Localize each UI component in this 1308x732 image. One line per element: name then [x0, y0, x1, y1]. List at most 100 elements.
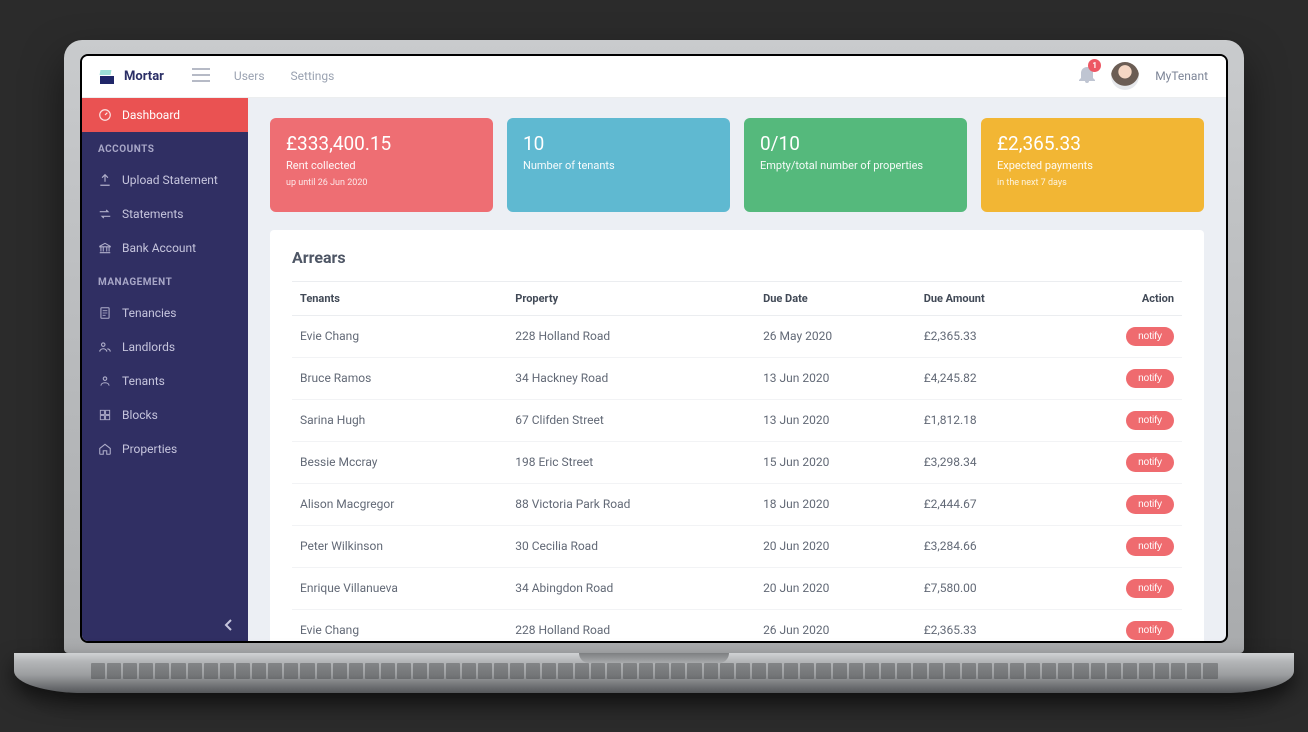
card-value: £2,365.33 — [997, 132, 1188, 155]
sidebar-item-tenancies[interactable]: Tenancies — [82, 296, 248, 330]
transfer-icon — [98, 207, 112, 221]
topbar: Mortar Users Settings 1 — [82, 56, 1226, 98]
card-expected-payments[interactable]: £2,365.33 Expected payments in the next … — [981, 118, 1204, 212]
sidebar-collapse-button[interactable] — [82, 609, 248, 641]
sidebar-item-label: Upload Statement — [122, 173, 218, 187]
table-row: Evie Chang228 Holland Road26 Jun 2020£2,… — [292, 609, 1182, 641]
bank-icon — [98, 241, 112, 255]
card-label: Rent collected — [286, 159, 477, 172]
table-row: Peter Wilkinson30 Cecilia Road20 Jun 202… — [292, 525, 1182, 567]
card-note: in the next 7 days — [997, 178, 1188, 188]
cell-due-date: 26 Jun 2020 — [755, 609, 916, 641]
table-row: Bruce Ramos34 Hackney Road13 Jun 2020£4,… — [292, 357, 1182, 399]
notify-button[interactable]: notify — [1126, 327, 1174, 346]
notify-button[interactable]: notify — [1126, 495, 1174, 514]
users-icon — [98, 340, 112, 354]
cell-due-date: 13 Jun 2020 — [755, 399, 916, 441]
table-row: Evie Chang228 Holland Road26 May 2020£2,… — [292, 315, 1182, 357]
cell-due-date: 15 Jun 2020 — [755, 441, 916, 483]
grid-icon — [98, 408, 112, 422]
document-icon — [98, 306, 112, 320]
cell-due-amount: £3,284.66 — [916, 525, 1062, 567]
cell-tenant: Enrique Villanueva — [292, 567, 507, 609]
dashboard-icon — [98, 108, 112, 122]
cell-due-date: 18 Jun 2020 — [755, 483, 916, 525]
cell-tenant: Sarina Hugh — [292, 399, 507, 441]
sidebar-item-statements[interactable]: Statements — [82, 197, 248, 231]
cell-due-amount: £2,365.33 — [916, 609, 1062, 641]
sidebar: Dashboard ACCOUNTS Upload Statement Stat… — [82, 98, 248, 641]
arrears-panel: Arrears Tenants Property Due Date Due Am… — [270, 230, 1204, 641]
cell-due-amount: £7,580.00 — [916, 567, 1062, 609]
cell-due-amount: £2,444.67 — [916, 483, 1062, 525]
sidebar-item-landlords[interactable]: Landlords — [82, 330, 248, 364]
card-empty-properties[interactable]: 0/10 Empty/total number of properties — [744, 118, 967, 212]
cell-due-date: 20 Jun 2020 — [755, 525, 916, 567]
cell-property: 34 Abingdon Road — [507, 567, 755, 609]
card-label: Expected payments — [997, 159, 1188, 172]
card-note: up until 26 Jun 2020 — [286, 178, 477, 188]
card-tenant-count[interactable]: 10 Number of tenants — [507, 118, 730, 212]
chevron-left-icon — [224, 619, 232, 631]
col-tenants[interactable]: Tenants — [292, 281, 507, 315]
sidebar-item-upload-statement[interactable]: Upload Statement — [82, 163, 248, 197]
current-user-name: MyTenant — [1155, 69, 1208, 83]
cell-tenant: Bessie Mccray — [292, 441, 507, 483]
table-row: Sarina Hugh67 Clifden Street13 Jun 2020£… — [292, 399, 1182, 441]
summary-cards: £333,400.15 Rent collected up until 26 J… — [270, 118, 1204, 212]
brand-mark-icon — [100, 68, 118, 84]
cell-due-date: 26 May 2020 — [755, 315, 916, 357]
sidebar-item-label: Blocks — [122, 408, 158, 422]
sidebar-item-label: Properties — [122, 442, 177, 456]
home-icon — [98, 442, 112, 456]
nav-users[interactable]: Users — [234, 69, 265, 83]
card-label: Number of tenants — [523, 159, 714, 172]
table-row: Bessie Mccray198 Eric Street15 Jun 2020£… — [292, 441, 1182, 483]
sidebar-item-label: Statements — [122, 207, 184, 221]
table-row: Alison Macgregor88 Victoria Park Road18 … — [292, 483, 1182, 525]
notify-button[interactable]: notify — [1126, 621, 1174, 640]
sidebar-item-properties[interactable]: Properties — [82, 432, 248, 466]
sidebar-item-tenants[interactable]: Tenants — [82, 364, 248, 398]
notifications-count: 1 — [1088, 59, 1101, 72]
notify-button[interactable]: notify — [1126, 369, 1174, 388]
notify-button[interactable]: notify — [1126, 411, 1174, 430]
table-row: Enrique Villanueva34 Abingdon Road20 Jun… — [292, 567, 1182, 609]
notifications-button[interactable]: 1 — [1079, 65, 1095, 87]
avatar[interactable] — [1111, 62, 1139, 90]
main-content: £333,400.15 Rent collected up until 26 J… — [248, 98, 1226, 641]
col-due-date[interactable]: Due Date — [755, 281, 916, 315]
sidebar-item-blocks[interactable]: Blocks — [82, 398, 248, 432]
cell-property: 34 Hackney Road — [507, 357, 755, 399]
cell-tenant: Peter Wilkinson — [292, 525, 507, 567]
cell-tenant: Bruce Ramos — [292, 357, 507, 399]
notify-button[interactable]: notify — [1126, 537, 1174, 556]
arrears-table: Tenants Property Due Date Due Amount Act… — [292, 281, 1182, 641]
upload-icon — [98, 173, 112, 187]
cell-tenant: Evie Chang — [292, 609, 507, 641]
panel-title: Arrears — [292, 248, 1182, 267]
cell-due-amount: £3,298.34 — [916, 441, 1062, 483]
top-nav: Users Settings — [234, 69, 334, 83]
cell-tenant: Alison Macgregor — [292, 483, 507, 525]
col-due-amount[interactable]: Due Amount — [916, 281, 1062, 315]
card-value: £333,400.15 — [286, 132, 477, 155]
card-value: 10 — [523, 132, 714, 155]
card-rent-collected[interactable]: £333,400.15 Rent collected up until 26 J… — [270, 118, 493, 212]
cell-property: 30 Cecilia Road — [507, 525, 755, 567]
notify-button[interactable]: notify — [1126, 453, 1174, 472]
col-property[interactable]: Property — [507, 281, 755, 315]
sidebar-item-dashboard[interactable]: Dashboard — [82, 98, 248, 132]
hamburger-icon[interactable] — [192, 67, 210, 86]
sidebar-item-bank-account[interactable]: Bank Account — [82, 231, 248, 265]
brand-logo[interactable]: Mortar — [100, 68, 164, 84]
cell-due-date: 20 Jun 2020 — [755, 567, 916, 609]
brand-text: Mortar — [124, 69, 164, 84]
cell-property: 198 Eric Street — [507, 441, 755, 483]
cell-due-amount: £1,812.18 — [916, 399, 1062, 441]
sidebar-item-label: Landlords — [122, 340, 175, 354]
app-window: Mortar Users Settings 1 — [82, 56, 1226, 641]
nav-settings[interactable]: Settings — [291, 69, 335, 83]
user-group-icon — [98, 374, 112, 388]
notify-button[interactable]: notify — [1126, 579, 1174, 598]
